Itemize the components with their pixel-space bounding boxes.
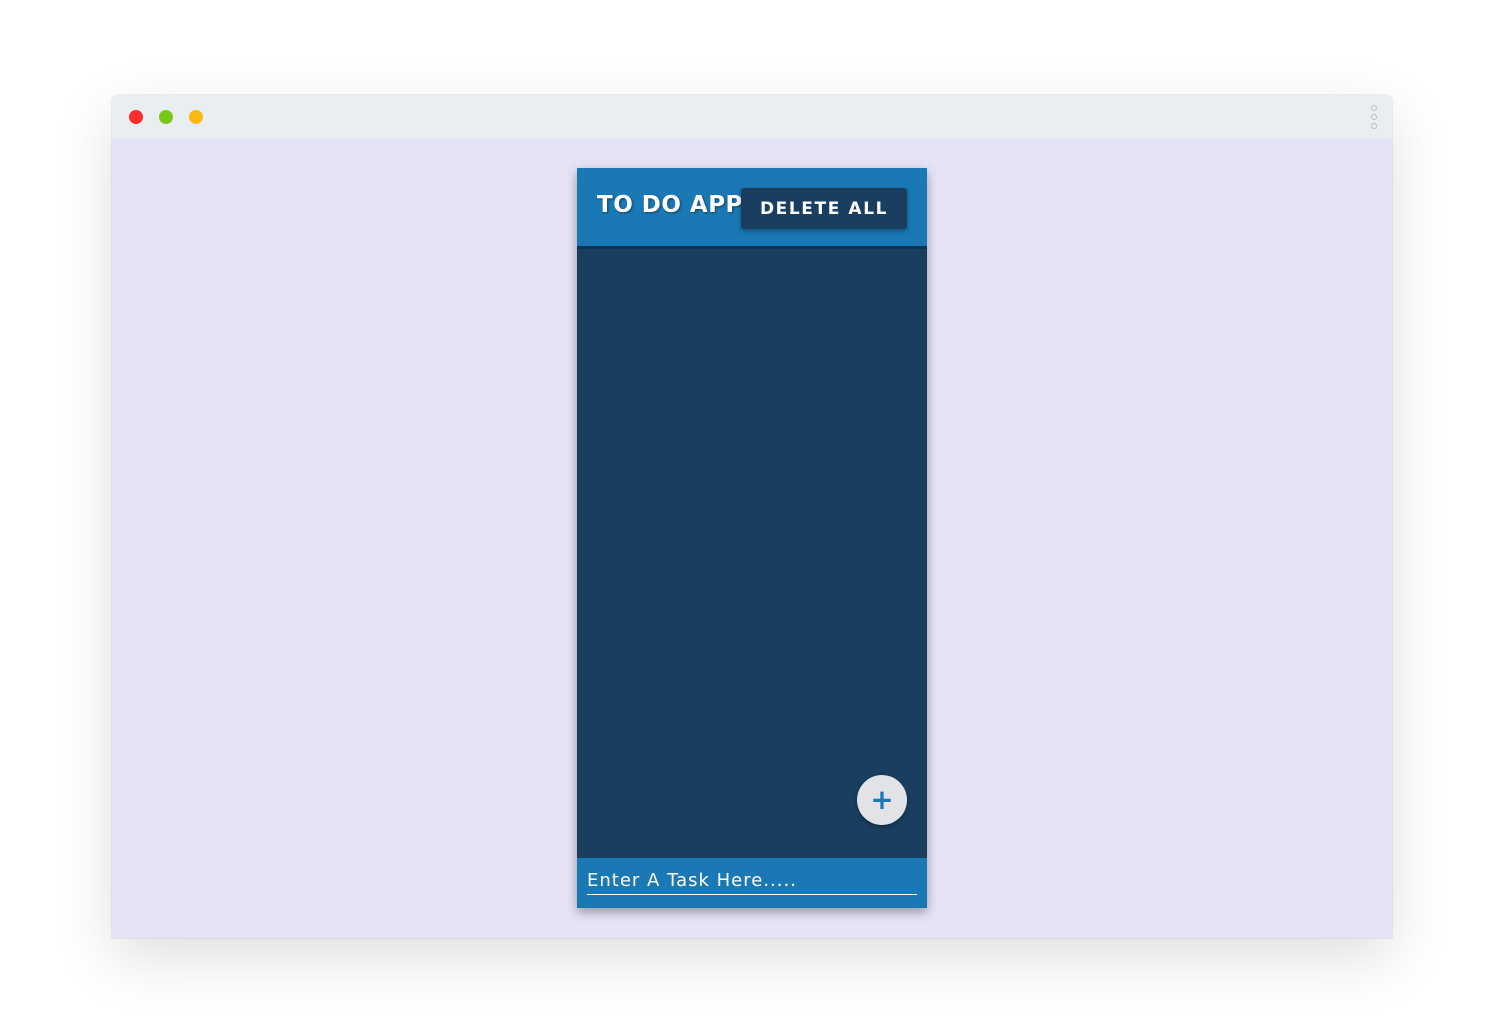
delete-all-button[interactable]: DELETE ALL	[741, 188, 907, 229]
todo-app: TO DO APP DELETE ALL +	[577, 168, 927, 908]
task-list	[577, 249, 927, 858]
app-title: TO DO APP	[597, 192, 743, 218]
minimize-icon[interactable]	[159, 110, 173, 124]
close-icon[interactable]	[129, 110, 143, 124]
window-titlebar	[112, 95, 1392, 138]
task-input[interactable]	[587, 866, 917, 895]
maximize-icon[interactable]	[189, 110, 203, 124]
browser-window: TO DO APP DELETE ALL +	[112, 95, 1392, 938]
task-input-bar	[577, 858, 927, 908]
add-task-button[interactable]: +	[857, 775, 907, 825]
app-header: TO DO APP DELETE ALL	[577, 168, 927, 249]
kebab-menu-icon[interactable]	[1370, 105, 1378, 129]
